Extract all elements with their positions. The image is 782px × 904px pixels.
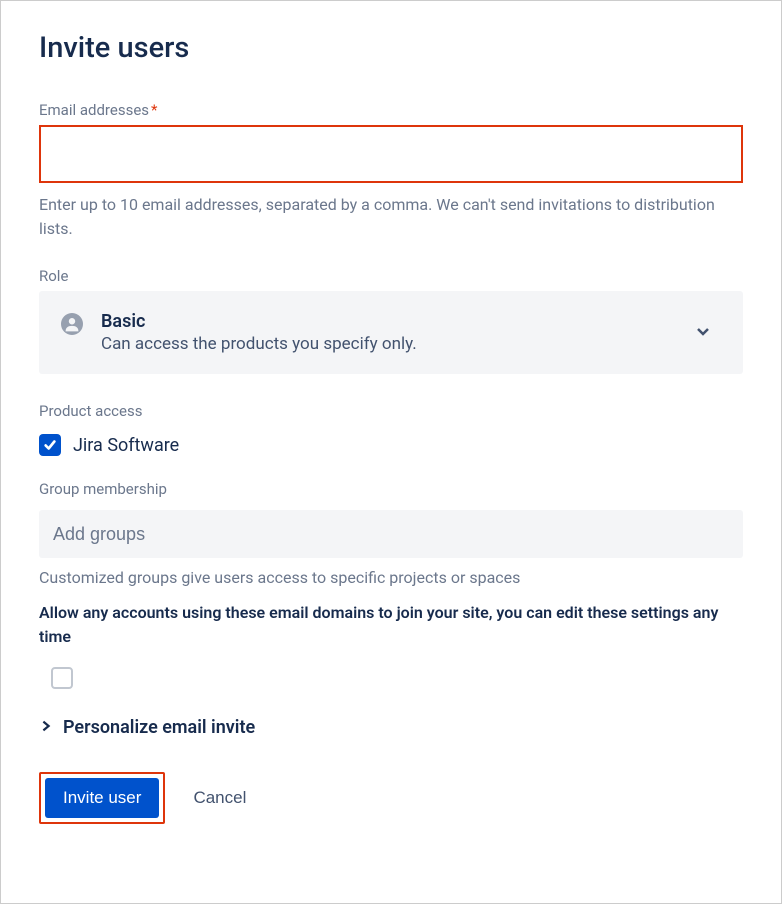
page-title: Invite users — [39, 31, 743, 65]
chevron-right-icon — [39, 718, 53, 737]
personalize-toggle[interactable]: Personalize email invite — [39, 717, 743, 738]
cancel-button[interactable]: Cancel — [193, 788, 246, 808]
role-description: Can access the products you specify only… — [101, 334, 417, 354]
group-membership-label: Group membership — [39, 480, 743, 498]
role-label: Role — [39, 267, 743, 285]
domain-allow-checkbox[interactable] — [51, 667, 73, 689]
product-access-label: Product access — [39, 402, 743, 420]
person-icon — [61, 311, 83, 339]
email-label: Email addresses* — [39, 101, 743, 119]
email-help-text: Enter up to 10 email addresses, separate… — [39, 193, 743, 241]
required-star: * — [151, 101, 157, 119]
product-checkbox[interactable] — [39, 434, 61, 456]
chevron-down-icon — [695, 323, 721, 343]
domain-allow-text: Allow any accounts using these email dom… — [39, 601, 743, 649]
group-input[interactable] — [39, 510, 743, 558]
invite-button[interactable]: Invite user — [45, 778, 159, 818]
personalize-label: Personalize email invite — [63, 717, 255, 738]
invite-button-highlight: Invite user — [39, 772, 165, 824]
group-help-text: Customized groups give users access to s… — [39, 568, 743, 587]
email-input[interactable] — [39, 125, 743, 183]
role-selector[interactable]: Basic Can access the products you specif… — [39, 291, 743, 374]
role-title: Basic — [101, 311, 417, 332]
product-item-label: Jira Software — [73, 435, 179, 456]
